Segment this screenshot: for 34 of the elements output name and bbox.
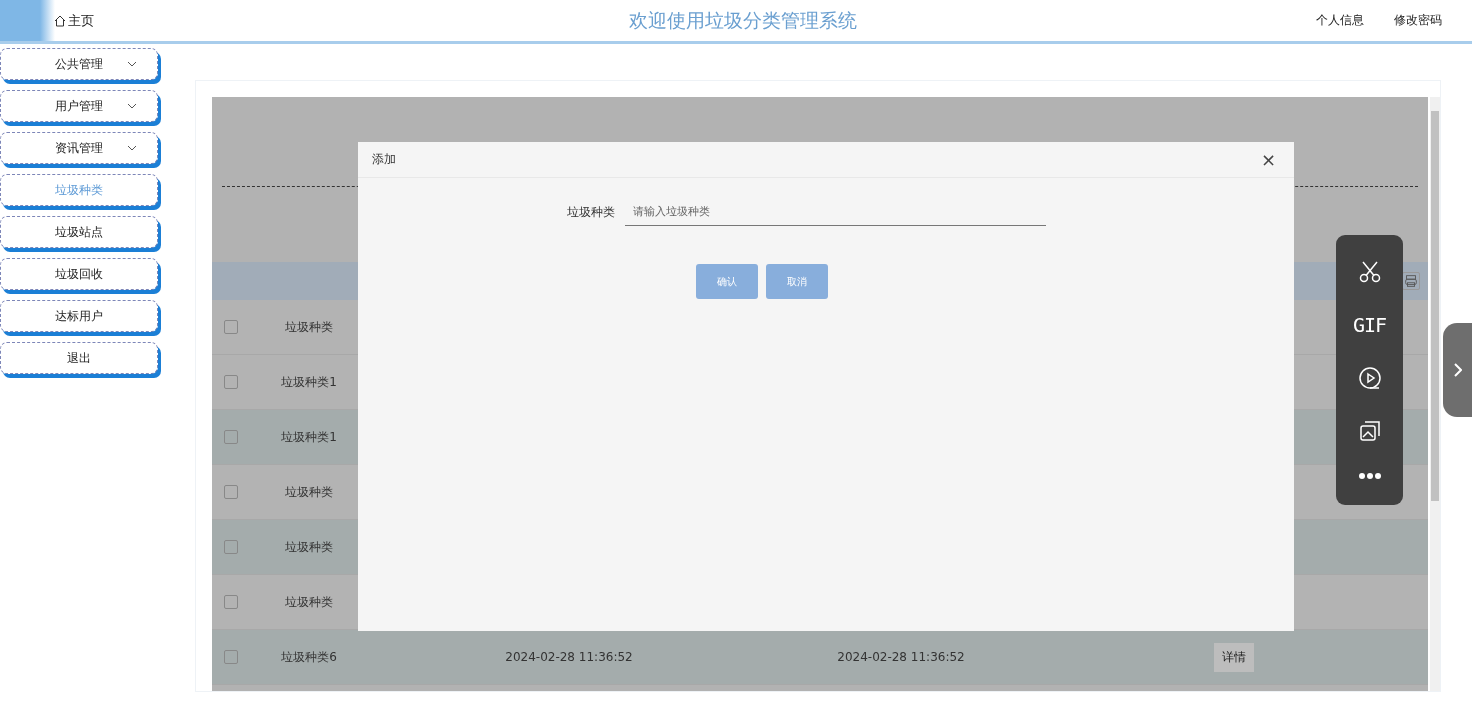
details-button[interactable]: 详情 <box>1214 642 1254 672</box>
column-header[interactable]: 垃圾种类 <box>262 318 356 336</box>
app-title: 欢迎使用垃圾分类管理系统 <box>628 7 858 33</box>
scissors-icon[interactable] <box>1357 259 1382 284</box>
side-tab[interactable] <box>1443 323 1472 417</box>
table-cell-text: 2024-02-28 11:36:52 <box>836 650 966 664</box>
row-checkbox[interactable] <box>224 430 238 444</box>
images-icon[interactable] <box>1357 419 1382 444</box>
close-button[interactable]: × <box>1256 149 1280 170</box>
row-checkbox[interactable] <box>224 375 238 389</box>
play-icon[interactable] <box>1357 365 1382 390</box>
row-checkbox[interactable] <box>224 485 238 499</box>
select-all-checkbox[interactable] <box>224 320 238 334</box>
gif-button[interactable]: GIF <box>1352 312 1387 337</box>
home-label: 主页 <box>68 11 94 30</box>
row-checkbox[interactable] <box>224 595 238 609</box>
home-icon <box>54 14 66 27</box>
input-field[interactable]: 请输入垃圾种类 <box>624 198 1046 226</box>
field-label: 垃圾种类 <box>566 203 615 221</box>
row-checkbox[interactable] <box>224 650 238 664</box>
chevron-right-icon <box>1453 363 1462 377</box>
more-icon[interactable] <box>1357 472 1382 481</box>
table-cell-text: 垃圾种类 <box>284 593 334 611</box>
table-cell-text: 垃圾种类1 <box>280 373 338 391</box>
header-link[interactable]: 修改密码 <box>1394 12 1442 29</box>
dialog-title: 添加 <box>372 151 396 168</box>
scrollbar[interactable] <box>1430 97 1440 691</box>
table-cell-text: 垃圾种类 <box>284 483 334 501</box>
header-link[interactable]: 个人信息 <box>1316 12 1364 29</box>
table-cell-text: 垃圾种类1 <box>280 428 338 446</box>
row-checkbox[interactable] <box>224 540 238 554</box>
table-cell-text: 垃圾种类 <box>284 538 334 556</box>
table-cell-text: 垃圾种类6 <box>280 648 338 666</box>
table-cell-text: 2024-02-28 11:36:52 <box>504 650 634 664</box>
